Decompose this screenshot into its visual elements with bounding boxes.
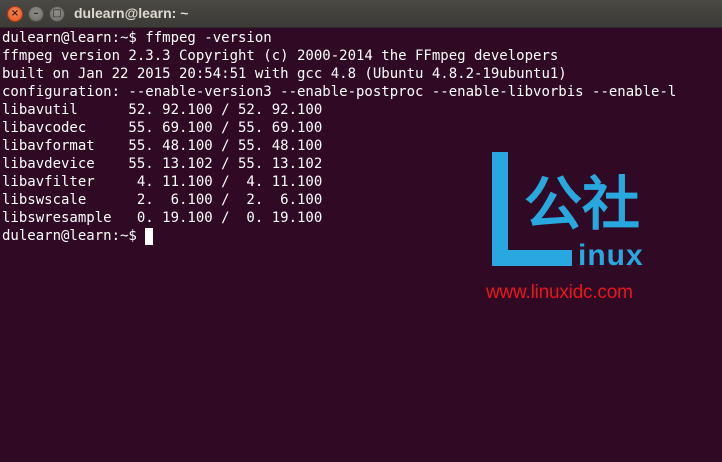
- close-window-button[interactable]: ×: [7, 6, 23, 22]
- terminal-line: dulearn@learn:~$ ffmpeg -version: [2, 30, 272, 46]
- terminal-line: libavutil 52. 92.100 / 52. 92.100: [2, 102, 323, 118]
- logo-chinese-chars: 公社: [524, 170, 640, 238]
- maximize-window-button[interactable]: □: [49, 6, 65, 22]
- minimize-icon: –: [33, 8, 39, 19]
- maximize-icon: □: [52, 8, 62, 19]
- terminal-line: ffmpeg version 2.3.3 Copyright (c) 2000-…: [2, 48, 559, 64]
- terminal-line: configuration: --enable-version3 --enabl…: [2, 84, 677, 100]
- close-icon: ×: [10, 8, 20, 19]
- watermark-url: www.linuxidc.com: [486, 282, 633, 303]
- logo-brand-text: inux: [578, 239, 644, 272]
- terminal-line: built on Jan 22 2015 20:54:51 with gcc 4…: [2, 66, 567, 82]
- window-title: dulearn@learn: ~: [74, 5, 189, 21]
- text-cursor: [145, 228, 154, 245]
- title-bar[interactable]: × – □ dulearn@learn: ~: [0, 0, 722, 28]
- terminal-window: × – □ dulearn@learn: ~ dulearn@learn:~$ …: [0, 0, 722, 462]
- minimize-window-button[interactable]: –: [28, 6, 44, 22]
- terminal-line: libavcodec 55. 69.100 / 55. 69.100: [2, 120, 323, 136]
- shell-prompt: dulearn@learn:~$: [2, 228, 146, 244]
